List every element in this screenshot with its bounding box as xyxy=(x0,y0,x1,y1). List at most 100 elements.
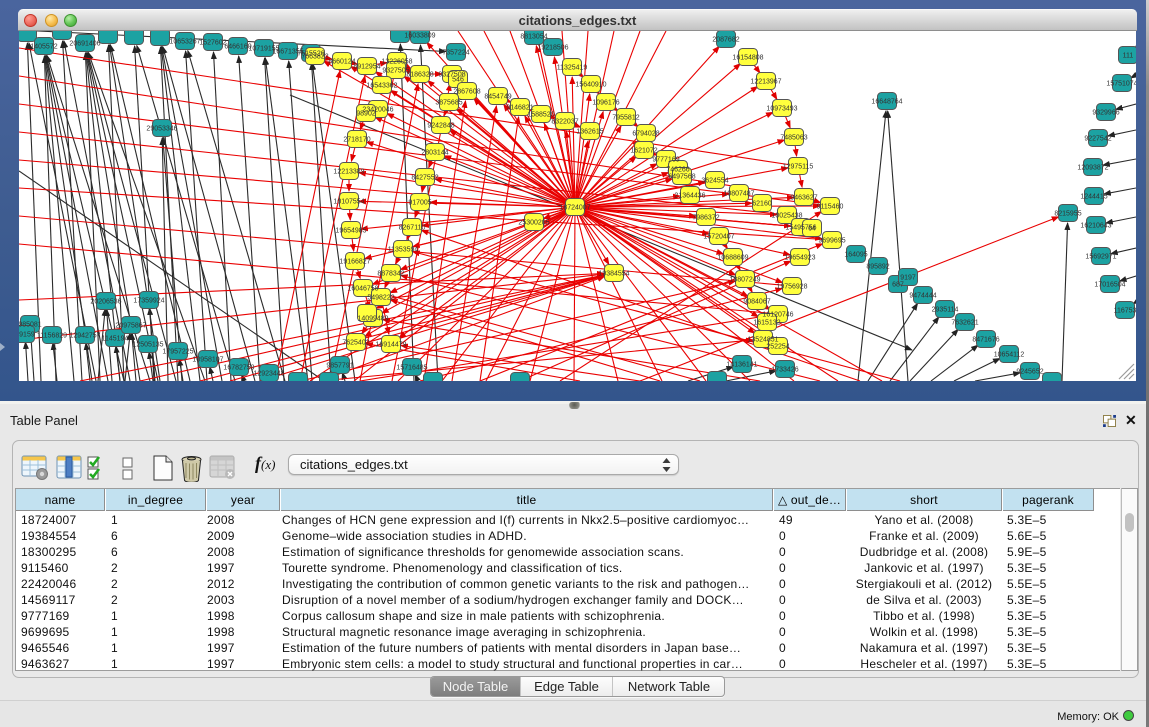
svg-text:5498222: 5498222 xyxy=(367,295,394,302)
svg-text:12923448: 12923448 xyxy=(253,371,284,378)
svg-text:21364436: 21364436 xyxy=(674,193,705,200)
svg-text:16648764: 16648764 xyxy=(871,99,902,106)
svg-text:18807249: 18807249 xyxy=(729,277,760,284)
svg-text:10107554: 10107554 xyxy=(333,199,364,206)
svg-text:17957225: 17957225 xyxy=(162,349,193,356)
svg-text:7485063: 7485063 xyxy=(780,135,807,142)
svg-text:15692971: 15692971 xyxy=(1085,254,1116,261)
svg-text:19166827: 19166827 xyxy=(339,259,370,266)
svg-text:13226058: 13226058 xyxy=(381,59,412,66)
svg-text:8660124: 8660124 xyxy=(328,59,355,66)
svg-text:16782759: 16782759 xyxy=(223,365,254,372)
svg-text:8322037: 8322037 xyxy=(551,119,578,126)
svg-text:98902: 98902 xyxy=(356,111,376,118)
svg-text:10958107: 10958107 xyxy=(192,357,223,364)
svg-text:14136141: 14136141 xyxy=(726,362,757,369)
svg-text:9146821: 9146821 xyxy=(506,105,533,112)
svg-text:7632621: 7632621 xyxy=(951,320,978,327)
svg-text:64: 64 xyxy=(808,226,816,233)
svg-text:39159: 39159 xyxy=(19,332,35,339)
svg-text:10807487: 10807487 xyxy=(723,191,754,198)
svg-text:12975115: 12975115 xyxy=(783,164,814,171)
svg-text:2867608: 2867608 xyxy=(453,89,480,96)
svg-text:9245652: 9245652 xyxy=(1016,369,1043,376)
svg-text:11353594: 11353594 xyxy=(388,247,419,254)
svg-text:1096176: 1096176 xyxy=(592,100,619,107)
svg-text:1733426: 1733426 xyxy=(771,367,798,374)
svg-text:11325419: 11325419 xyxy=(557,65,588,72)
svg-text:14099489: 14099489 xyxy=(357,316,388,323)
svg-text:116753: 116753 xyxy=(1114,308,1136,315)
svg-text:9857791: 9857791 xyxy=(326,363,353,370)
svg-text:19654923: 19654923 xyxy=(784,255,815,262)
svg-text:917005: 917005 xyxy=(408,200,431,207)
svg-text:2803144: 2803144 xyxy=(421,150,448,157)
svg-text:29053346: 29053346 xyxy=(146,126,177,133)
svg-text:15751074: 15751074 xyxy=(1106,81,1136,88)
svg-text:1244415: 1244415 xyxy=(1080,194,1107,201)
svg-text:9227542: 9227542 xyxy=(1084,136,1111,143)
svg-text:15716485: 15716485 xyxy=(396,365,427,372)
svg-text:1527602: 1527602 xyxy=(199,40,226,47)
svg-text:9084067: 9084067 xyxy=(743,299,770,306)
svg-text:16120746: 16120746 xyxy=(762,312,793,319)
svg-text:10688609: 10688609 xyxy=(717,255,748,262)
svg-text:1405572: 1405572 xyxy=(30,44,57,51)
svg-text:12213967: 12213967 xyxy=(750,79,781,86)
svg-text:546: 546 xyxy=(452,77,464,84)
svg-text:9699695: 9699695 xyxy=(818,238,845,245)
svg-text:8215955: 8215955 xyxy=(1054,211,1081,218)
svg-text:16210643: 16210643 xyxy=(1080,223,1111,230)
svg-text:3624554: 3624554 xyxy=(701,178,728,185)
svg-text:16154808: 16154808 xyxy=(732,55,763,62)
svg-text:8912954: 8912954 xyxy=(353,64,380,71)
svg-text:9242848: 9242848 xyxy=(427,123,454,130)
svg-text:25300205: 25300205 xyxy=(518,220,549,227)
svg-text:8471676: 8471676 xyxy=(972,337,999,344)
svg-text:9474444: 9474444 xyxy=(909,293,936,300)
svg-text:9777169: 9777169 xyxy=(652,157,679,164)
svg-text:10653267: 10653267 xyxy=(169,39,200,46)
svg-text:10654112: 10654112 xyxy=(994,352,1025,359)
svg-text:8186328: 8186328 xyxy=(406,72,433,79)
svg-text:16543362: 16543362 xyxy=(366,83,397,90)
svg-text:687: 687 xyxy=(892,282,904,289)
svg-text:17359924: 17359924 xyxy=(133,298,164,305)
svg-text:9197: 9197 xyxy=(900,275,916,282)
svg-text:2935114: 2935114 xyxy=(932,307,959,314)
svg-text:9329966: 9329966 xyxy=(1092,110,1119,117)
svg-text:16046758: 16046758 xyxy=(347,286,378,293)
svg-text:13524851: 13524851 xyxy=(747,337,778,344)
svg-text:9115460: 9115460 xyxy=(817,204,844,211)
svg-text:2718170: 2718170 xyxy=(343,137,370,144)
svg-text:7357224: 7357224 xyxy=(442,50,469,57)
svg-text:7986372: 7986372 xyxy=(692,215,719,222)
svg-text:12942757: 12942757 xyxy=(69,333,100,340)
svg-text:8878342: 8878342 xyxy=(377,271,404,278)
svg-text:18724007: 18724007 xyxy=(559,205,590,212)
svg-text:746266: 746266 xyxy=(666,167,689,174)
svg-text:1588520: 1588520 xyxy=(527,112,554,119)
svg-text:15640910: 15640910 xyxy=(575,82,606,89)
svg-text:8427552: 8427552 xyxy=(411,175,438,182)
svg-text:12505135: 12505135 xyxy=(132,342,163,349)
svg-text:164095: 164095 xyxy=(844,252,867,259)
svg-text:19218506: 19218506 xyxy=(537,45,568,52)
svg-text:8813054: 8813054 xyxy=(520,34,547,41)
svg-text:8267110: 8267110 xyxy=(399,225,426,232)
svg-text:1145194: 1145194 xyxy=(102,336,129,343)
svg-text:10025438: 10025438 xyxy=(771,213,802,220)
svg-text:19654985: 19654985 xyxy=(335,228,366,235)
svg-text:16033809: 16033809 xyxy=(404,33,435,40)
svg-text:1362615: 1362615 xyxy=(576,129,603,136)
svg-text:20206536: 20206536 xyxy=(90,299,121,306)
svg-text:11156829: 11156829 xyxy=(37,333,67,340)
svg-text:6497568: 6497568 xyxy=(668,174,695,181)
svg-text:19384554: 19384554 xyxy=(598,271,629,278)
svg-text:15720407: 15720407 xyxy=(703,234,734,241)
svg-text:19756928: 19756928 xyxy=(776,284,807,291)
svg-text:2087682: 2087682 xyxy=(712,37,739,44)
svg-text:6794028: 6794028 xyxy=(632,131,659,138)
svg-text:1615132: 1615132 xyxy=(753,320,780,327)
svg-text:8454749: 8454749 xyxy=(484,94,511,101)
